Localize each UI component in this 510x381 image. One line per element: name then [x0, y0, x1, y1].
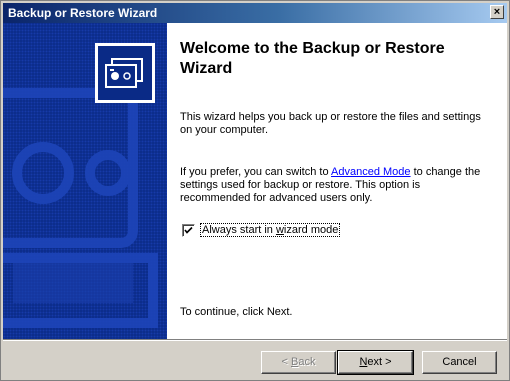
- wizard-mode-label-accel: w: [275, 224, 284, 236]
- cancel-button[interactable]: Cancel: [422, 351, 497, 374]
- intro-text: This wizard helps you back up or restore…: [180, 111, 481, 136]
- wizard-mode-label-post: izard mode: [283, 224, 339, 236]
- wizard-mode-label-pre: Always start in: [202, 224, 276, 236]
- wizard-content: Welcome to the Backup or Restore Wizard …: [3, 23, 507, 339]
- wizard-window: Backup or Restore Wizard × Welcome to th…: [0, 0, 510, 381]
- close-icon: ×: [493, 6, 501, 18]
- next-label-post: ext >: [367, 356, 392, 368]
- page-title: Welcome to the Backup or Restore Wizard: [180, 40, 445, 77]
- wizard-banner: [3, 23, 167, 339]
- back-label-post: ack: [298, 356, 316, 368]
- wizard-mode-checkbox[interactable]: [182, 223, 195, 237]
- back-label-pre: <: [281, 356, 291, 368]
- window-title: Backup or Restore Wizard: [8, 6, 158, 20]
- close-button[interactable]: ×: [490, 5, 504, 19]
- advanced-mode-prefix: If you prefer, you can switch to: [180, 166, 332, 178]
- title-bar[interactable]: Backup or Restore Wizard ×: [3, 3, 507, 23]
- footer-divider: [3, 339, 507, 341]
- advanced-mode-link[interactable]: Advanced Mode: [331, 166, 411, 178]
- next-button[interactable]: Next >: [337, 350, 414, 375]
- backup-tape-icon: [95, 43, 155, 103]
- checkmark-icon: [184, 226, 193, 234]
- back-button[interactable]: < Back: [261, 351, 336, 374]
- continue-text: To continue, click Next.: [180, 306, 293, 318]
- advanced-mode-text: If you prefer, you can switch to Advance…: [180, 166, 490, 205]
- wizard-mode-label[interactable]: Always start in wizard mode: [200, 223, 341, 237]
- wizard-mode-option[interactable]: Always start in wizard mode: [182, 223, 341, 237]
